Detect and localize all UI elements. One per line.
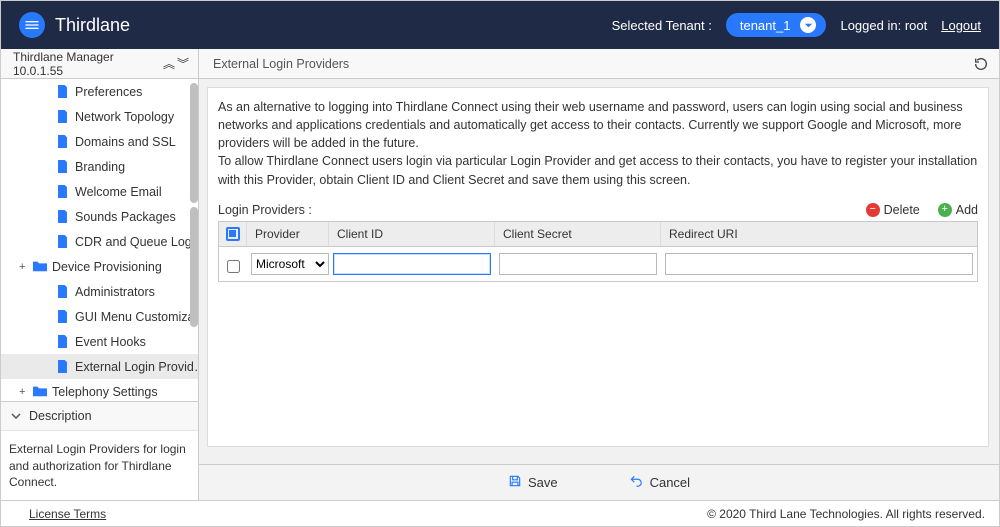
chevron-down-icon: [800, 17, 816, 33]
nav-tree: Preferences Network Topology Domains and S…: [1, 79, 198, 401]
delete-button[interactable]: − Delete: [866, 203, 920, 217]
sidebar: Thirdlane Manager 10.0.1.55 ︽ ︾ Preferen…: [1, 49, 199, 500]
collapse-up-icon[interactable]: ︽: [162, 55, 176, 72]
nav-item-label: Domains and SSL: [75, 135, 176, 149]
document-icon: [56, 360, 69, 373]
redirect-uri-input[interactable]: [665, 253, 973, 275]
description-header[interactable]: Description: [1, 402, 198, 430]
login-providers-label: Login Providers :: [218, 203, 866, 217]
undo-icon: [628, 474, 644, 491]
selected-tenant-label: Selected Tenant :: [612, 18, 712, 33]
tenant-selector[interactable]: tenant_1: [726, 13, 827, 37]
scrollbar-thumb[interactable]: [190, 207, 198, 327]
nav-item-label: CDR and Queue Logs: [75, 235, 198, 249]
description-text: External Login Providers for login and a…: [1, 430, 198, 500]
panel-header: External Login Providers: [199, 49, 999, 79]
header-checkbox[interactable]: [219, 222, 247, 246]
nav-item-label: Welcome Email: [75, 185, 162, 199]
document-icon: [56, 110, 69, 123]
nav-item-label: Telephony Settings: [52, 385, 158, 399]
nav-item-label: Event Hooks: [75, 335, 146, 349]
expand-icon[interactable]: +: [19, 386, 25, 398]
action-bar: Save Cancel: [199, 464, 999, 500]
client-secret-input[interactable]: [499, 253, 657, 275]
sidebar-title: Thirdlane Manager 10.0.1.55: [13, 50, 162, 78]
collapse-down-icon[interactable]: ︾: [176, 55, 190, 72]
client-id-input[interactable]: [333, 253, 491, 275]
document-icon: [56, 310, 69, 323]
col-redirect-uri[interactable]: Redirect URI: [661, 222, 977, 246]
license-terms-link[interactable]: License Terms: [29, 507, 106, 521]
provider-select[interactable]: Microsoft: [251, 253, 329, 275]
document-icon: [56, 160, 69, 173]
main-panel: External Login Providers As an alternati…: [199, 49, 999, 500]
nav-item-label: External Login Provid…: [75, 360, 198, 374]
nav-item-telephony-settings[interactable]: + Telephony Settings: [1, 379, 198, 401]
sidebar-title-bar: Thirdlane Manager 10.0.1.55 ︽ ︾: [1, 49, 198, 79]
col-client-secret[interactable]: Client Secret: [495, 222, 661, 246]
nav-item-cdr-and-queue-logs[interactable]: CDR and Queue Logs: [1, 229, 198, 254]
nav-item-domains-and-ssl[interactable]: Domains and SSL: [1, 129, 198, 154]
nav-item-branding[interactable]: Branding: [1, 154, 198, 179]
minus-icon: −: [866, 203, 880, 217]
brand-icon: [24, 17, 40, 33]
nav-item-label: GUI Menu Customizat…: [75, 310, 198, 324]
nav-item-welcome-email[interactable]: Welcome Email: [1, 179, 198, 204]
document-icon: [56, 185, 69, 198]
document-icon: [56, 210, 69, 223]
refresh-icon[interactable]: [973, 56, 989, 72]
nav-item-sounds-packages[interactable]: Sounds Packages: [1, 204, 198, 229]
scrollbar-thumb[interactable]: [190, 83, 198, 203]
add-button[interactable]: + Add: [938, 203, 978, 217]
nav-item-label: Sounds Packages: [75, 210, 176, 224]
chevron-down-icon: [11, 411, 21, 421]
app-header: Thirdlane Selected Tenant : tenant_1 Log…: [1, 1, 999, 49]
document-icon: [56, 85, 69, 98]
logged-in-label: Logged in: root: [840, 18, 927, 33]
providers-grid: Provider Client ID Client Secret Redirec…: [218, 221, 978, 282]
cancel-button[interactable]: Cancel: [628, 474, 690, 491]
copyright: © 2020 Third Lane Technologies. All righ…: [707, 507, 985, 521]
nav-item-label: Branding: [75, 160, 125, 174]
brand-name: Thirdlane: [55, 15, 130, 36]
brand-logo: [19, 12, 45, 38]
nav-item-label: Network Topology: [75, 110, 174, 124]
document-icon: [56, 285, 69, 298]
footer: License Terms © 2020 Third Lane Technolo…: [1, 500, 999, 526]
nav-item-label: Preferences: [75, 85, 142, 99]
expand-icon[interactable]: +: [19, 261, 25, 273]
nav-item-label: Device Provisioning: [52, 260, 162, 274]
document-icon: [56, 335, 69, 348]
folder-icon: [33, 385, 46, 398]
logout-link[interactable]: Logout: [941, 18, 981, 33]
intro-text: As an alternative to logging into Thirdl…: [218, 98, 978, 189]
nav-item-preferences[interactable]: Preferences: [1, 79, 198, 104]
nav-item-administrators[interactable]: Administrators: [1, 279, 198, 304]
save-button[interactable]: Save: [508, 474, 558, 491]
nav-item-device-provisioning[interactable]: + Device Provisioning: [1, 254, 198, 279]
nav-item-label: Administrators: [75, 285, 155, 299]
col-provider[interactable]: Provider: [247, 222, 329, 246]
save-icon: [508, 474, 522, 491]
nav-item-gui-menu-customizat[interactable]: GUI Menu Customizat…: [1, 304, 198, 329]
col-client-id[interactable]: Client ID: [329, 222, 495, 246]
nav-item-event-hooks[interactable]: Event Hooks: [1, 329, 198, 354]
row-checkbox[interactable]: [227, 260, 240, 273]
folder-icon: [33, 260, 46, 273]
document-icon: [56, 235, 69, 248]
provider-row: Microsoft: [219, 247, 977, 281]
nav-item-external-login-provid[interactable]: External Login Provid…: [1, 354, 198, 379]
panel-title: External Login Providers: [213, 57, 973, 71]
nav-item-network-topology[interactable]: Network Topology: [1, 104, 198, 129]
tenant-name: tenant_1: [740, 18, 791, 33]
document-icon: [56, 135, 69, 148]
plus-icon: +: [938, 203, 952, 217]
